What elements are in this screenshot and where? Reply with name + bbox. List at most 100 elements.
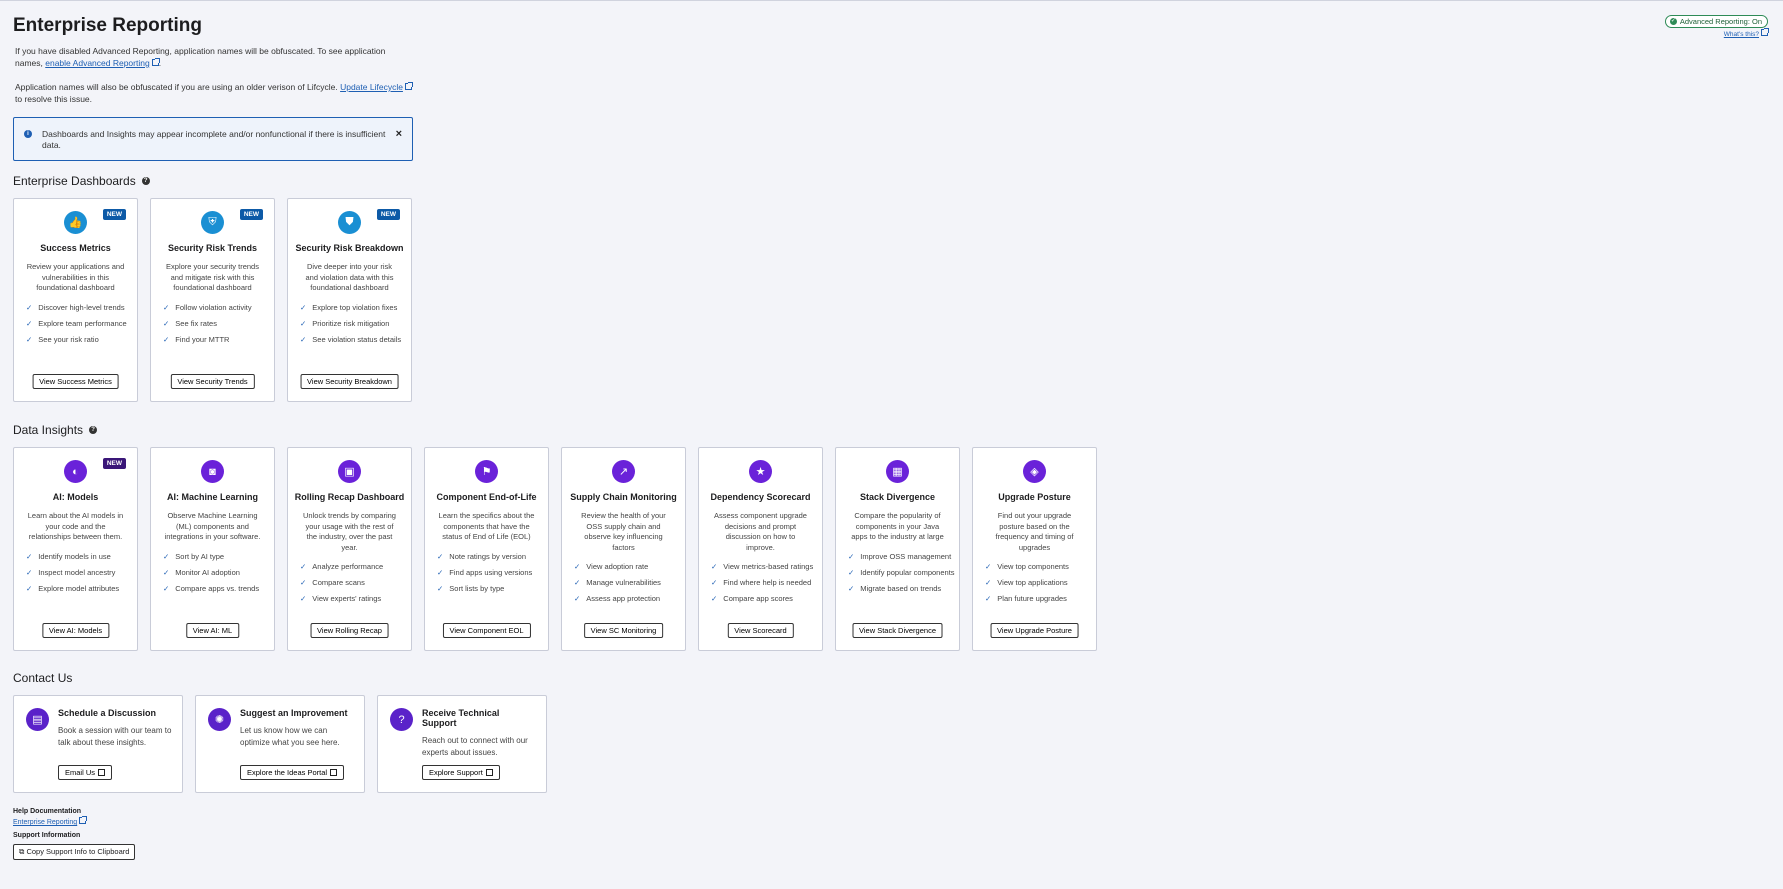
check-icon: ✓	[437, 567, 444, 577]
footer: Help Documentation Enterprise Reporting …	[13, 807, 1553, 860]
feature-list: ✓ Sort by AI type ✓ Monitor AI adoption ✓ Com…	[163, 549, 274, 597]
check-icon: ✓	[163, 551, 170, 561]
feature-item: ✓ Manage vulnerabilities	[574, 575, 685, 591]
star-badge-icon: ★	[749, 460, 772, 483]
contact-action-button[interactable]: Email Us	[58, 765, 113, 780]
external-link-icon	[485, 769, 493, 776]
info-icon: i	[24, 130, 32, 138]
close-icon[interactable]: ×	[396, 129, 402, 140]
view-button[interactable]: View Stack Divergence	[852, 623, 943, 638]
view-button[interactable]: View AI: ML	[185, 623, 240, 638]
card-ai-machine-learning: ◙ AI: Machine Learning Observe Machine Lea…	[150, 447, 275, 651]
feature-item: ✓ Identify popular components	[848, 565, 959, 581]
card-description: Explore your security trends and mitigat…	[166, 262, 259, 292]
check-icon: ✓	[300, 562, 307, 571]
check-icon: ✓	[26, 334, 33, 344]
card-description: Find out your upgrade posture based on t…	[995, 511, 1074, 552]
card-title: Success Metrics	[40, 243, 111, 253]
flag-checkered-icon: ⚑	[475, 460, 498, 483]
feature-item: ✓ Compare scans	[300, 575, 411, 591]
card-description: Unlock trends by comparing your usage wi…	[303, 511, 396, 552]
feature-list: ✓ View top components ✓ View top applicatio…	[985, 559, 1096, 607]
robot-icon: ◙	[201, 460, 224, 483]
copy-support-info-button[interactable]: ⧉ Copy Support Info to Clipboard	[13, 844, 136, 860]
check-icon: ✓	[163, 567, 170, 577]
contact-card-suggest-an-improvement: ✺ Suggest an Improvement Let us know how w…	[195, 695, 365, 793]
help-icon[interactable]: ?	[89, 426, 98, 434]
feature-item: ✓ Sort lists by type	[437, 581, 548, 597]
card-title: Supply Chain Monitoring	[570, 492, 677, 502]
check-icon: ✓	[848, 567, 855, 577]
update-lifecycle-link[interactable]: Update Lifecycle	[340, 82, 413, 92]
feature-list: ✓ Improve OSS management ✓ Identify popular…	[848, 549, 959, 597]
feature-item: ✓ Discover high-level trends	[26, 300, 137, 316]
view-button[interactable]: View Upgrade Posture	[990, 623, 1079, 638]
enterprise-reporting-doc-link[interactable]: Enterprise Reporting	[13, 816, 88, 826]
check-icon: ✓	[848, 551, 855, 561]
card-title: Component End-of-Life	[436, 492, 537, 502]
contact-card-receive-technical-support: ? Receive Technical Support Reach out to c…	[377, 695, 547, 793]
feature-item: ✓ See your risk ratio	[26, 332, 137, 348]
card-security-risk-breakdown: ⛊ NEW Security Risk Breakdown Dive deeper i…	[287, 198, 412, 402]
feature-item: ✓ Monitor AI adoption	[163, 565, 274, 581]
table-icon: ▦	[886, 460, 909, 483]
feature-item: ✓ Explore top violation fixes	[300, 300, 411, 316]
contact-card-title: Schedule a Discussion	[58, 708, 157, 718]
check-icon: ✓	[26, 318, 33, 328]
feature-item: ✓ Identify models in use	[26, 549, 137, 565]
check-icon: ✓	[574, 594, 581, 603]
check-circle-icon	[1669, 17, 1677, 25]
check-icon: ✓	[300, 334, 307, 344]
info-alert: i Dashboards and Insights may appear inc…	[13, 117, 413, 161]
card-stack-divergence: ▦ Stack Divergence Compare the popularity …	[835, 447, 960, 651]
view-button[interactable]: View Component EOL	[442, 623, 531, 638]
data-insights-heading: Data Insights ?	[13, 423, 1553, 437]
card-ai-models: ◐ NEW AI: Models Learn about the AI models …	[13, 447, 138, 651]
feature-item: ✓ See violation status details	[300, 332, 411, 348]
feature-item: ✓ View top components	[985, 559, 1096, 575]
question-icon: ?	[390, 708, 413, 731]
calendar-check-icon: ▣	[338, 460, 361, 483]
enable-advanced-reporting-link[interactable]: enable Advanced Reporting	[45, 58, 160, 68]
status-badge-label: Advanced Reporting: On	[1679, 17, 1762, 26]
card-description: Learn about the AI models in your code a…	[27, 511, 124, 541]
view-button[interactable]: View SC Monitoring	[583, 623, 664, 638]
feature-list: ✓ Identify models in use ✓ Inspect model an…	[26, 549, 137, 597]
card-title: AI: Machine Learning	[166, 492, 258, 502]
help-documentation-label: Help Documentation	[13, 808, 82, 815]
feature-item: ✓ View adoption rate	[574, 559, 685, 575]
check-icon: ✓	[437, 583, 444, 593]
contact-card-title: Receive Technical Support	[422, 708, 500, 728]
card-upgrade-posture: ◈ Upgrade Posture Find out your upgrade po…	[972, 447, 1097, 651]
shield-half-icon: ⛊	[338, 211, 361, 234]
check-icon: ✓	[26, 551, 33, 561]
external-link-icon	[79, 816, 88, 824]
help-icon[interactable]: ?	[141, 177, 150, 185]
feature-item: ✓ View metrics-based ratings	[711, 559, 822, 575]
card-rolling-recap-dashboard: ▣ Rolling Recap Dashboard Unlock trends by…	[287, 447, 412, 651]
view-button[interactable]: View Security Breakdown	[300, 374, 399, 389]
feature-item: ✓ Plan future upgrades	[985, 591, 1096, 607]
check-icon: ✓	[163, 583, 170, 593]
new-badge: NEW	[239, 209, 263, 220]
check-icon: ✓	[300, 594, 307, 603]
feature-item: ✓ Find apps using versions	[437, 565, 548, 581]
view-button[interactable]: View AI: Models	[41, 623, 110, 638]
card-title: Security Risk Trends	[167, 243, 258, 253]
feature-list: ✓ Note ratings by version ✓ Find apps using…	[437, 549, 548, 597]
card-dependency-scorecard: ★ Dependency Scorecard Assess component up…	[698, 447, 823, 651]
whats-this-link[interactable]: What's this?	[1724, 28, 1769, 38]
feature-list: ✓ Analyze performance ✓ Compare scans ✓ View …	[300, 559, 411, 607]
contact-action-button[interactable]: Explore Support	[422, 765, 500, 780]
feature-item: ✓ Prioritize risk mitigation	[300, 316, 411, 332]
contact-card-schedule-a-discussion: ▤ Schedule a Discussion Book a session wit…	[13, 695, 183, 793]
view-button[interactable]: View Rolling Recap	[310, 623, 389, 638]
card-description: Learn the specifics about the components…	[438, 511, 535, 541]
contact-action-button[interactable]: Explore the Ideas Portal	[240, 765, 345, 780]
intro-text: If you have disabled Advanced Reporting,…	[15, 45, 415, 105]
card-description: Observe Machine Learning (ML) components…	[164, 511, 261, 541]
feature-item: ✓ Find your MTTR	[163, 332, 274, 348]
view-button[interactable]: View Scorecard	[727, 623, 794, 638]
view-button[interactable]: View Success Metrics	[32, 374, 119, 389]
view-button[interactable]: View Security Trends	[170, 374, 255, 389]
